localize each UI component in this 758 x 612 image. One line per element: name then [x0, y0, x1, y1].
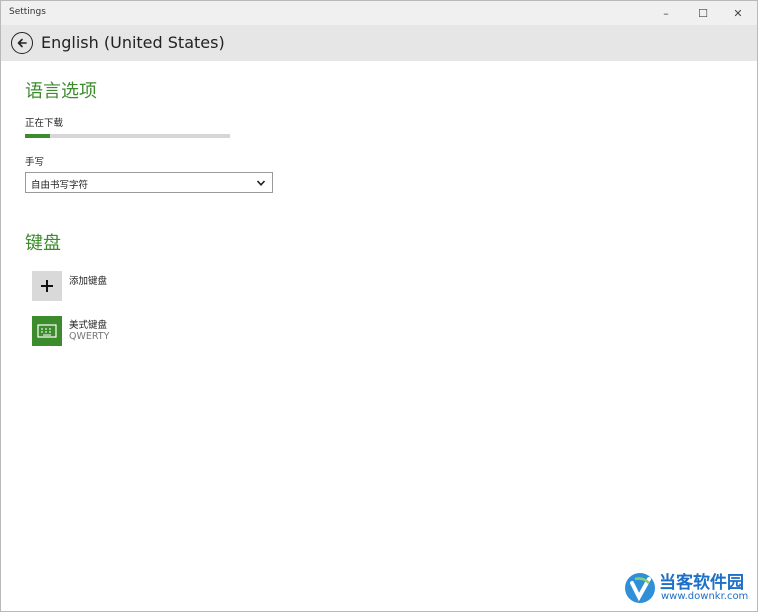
plus-icon	[41, 280, 53, 292]
settings-window: Settings – ☐ ✕ English (United States) 语…	[0, 0, 758, 612]
handwriting-select-value: 自由书写字符	[31, 180, 89, 191]
minimize-button[interactable]: –	[649, 1, 683, 25]
download-status-text: 正在下载	[25, 118, 64, 129]
download-progress-fill	[25, 134, 50, 138]
page-title: English (United States)	[41, 33, 225, 52]
keyboard-item-name[interactable]: 美式键盘	[69, 317, 107, 331]
keyboards-heading: 键盘	[25, 233, 61, 254]
close-button[interactable]: ✕	[721, 1, 755, 25]
add-keyboard-button[interactable]	[32, 271, 62, 301]
download-progress-bar	[25, 134, 230, 138]
site-watermark: 当客软件园 www.downkr.com	[623, 567, 757, 611]
keyboard-item-tile[interactable]	[32, 316, 62, 346]
keyboard-icon	[37, 324, 57, 338]
maximize-button[interactable]: ☐	[686, 1, 720, 25]
back-arrow-icon	[17, 38, 27, 48]
back-button[interactable]	[11, 32, 33, 54]
title-bar: Settings – ☐ ✕	[1, 1, 757, 25]
watermark-url: www.downkr.com	[661, 591, 749, 602]
page-header: English (United States)	[1, 25, 757, 61]
watermark-text: 当客软件园	[659, 573, 744, 593]
handwriting-label: 手写	[25, 157, 45, 168]
chevron-down-icon	[256, 180, 266, 186]
watermark-logo-icon	[625, 573, 655, 603]
handwriting-select[interactable]: 自由书写字符	[25, 172, 273, 193]
window-title: Settings	[9, 7, 46, 17]
add-keyboard-label[interactable]: 添加键盘	[69, 273, 107, 287]
keyboard-item-layout: QWERTY	[69, 331, 110, 342]
language-options-heading: 语言选项	[25, 81, 97, 102]
